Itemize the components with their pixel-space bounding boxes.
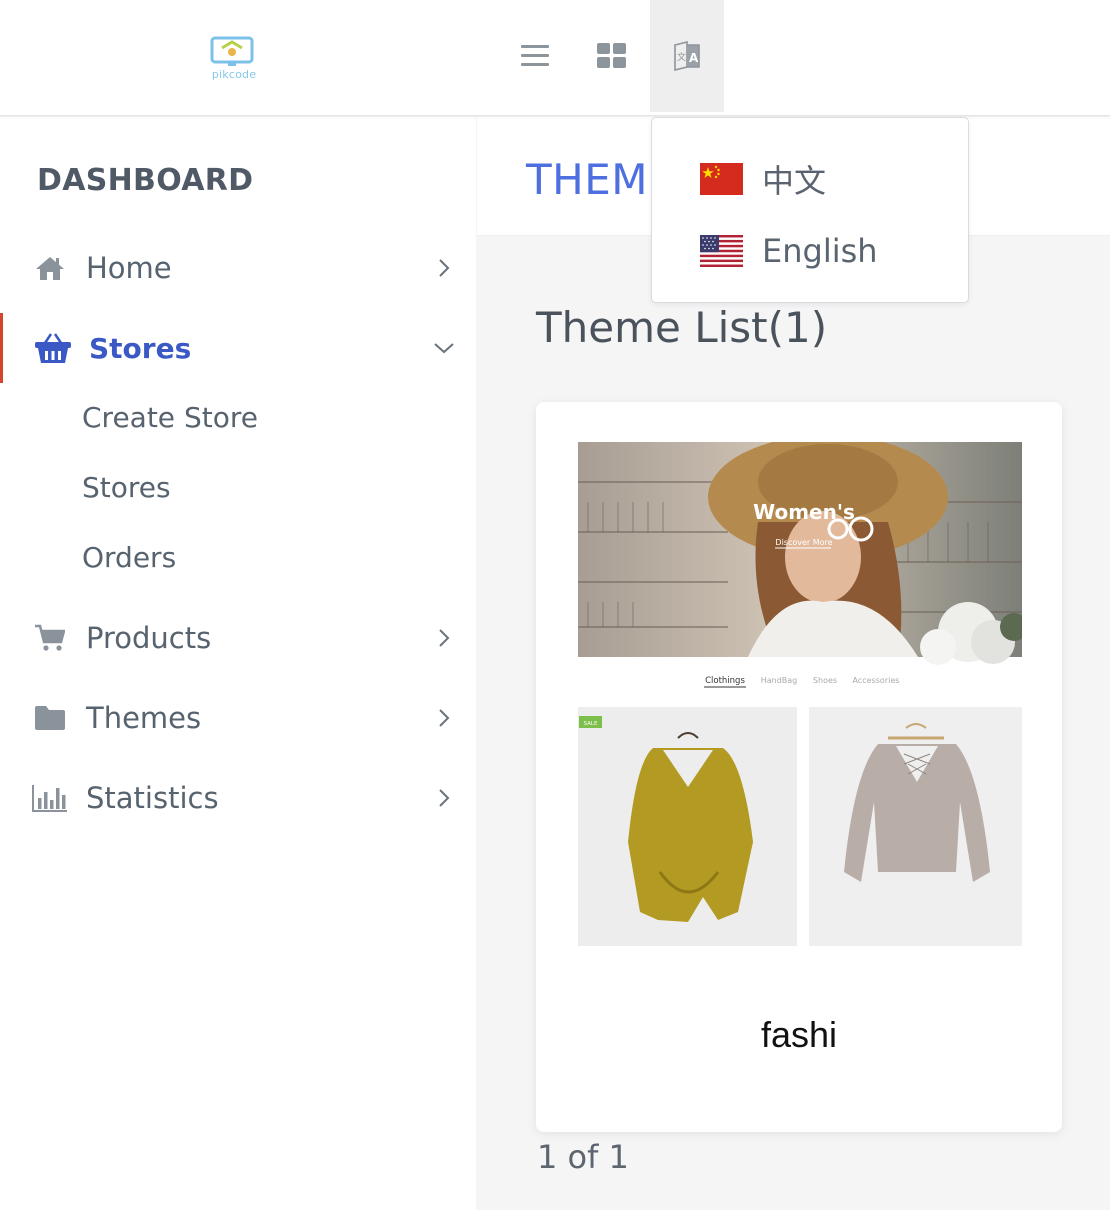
svg-text:文: 文 (677, 51, 686, 63)
pikcode-logo[interactable]: pikcode (208, 36, 260, 81)
sidebar-item-label: Home (86, 251, 172, 285)
translate-icon: A 文 (674, 41, 700, 71)
pagination-text: 1 of 1 (537, 1138, 629, 1176)
sidebar-item-label: Stores (89, 331, 192, 365)
logo-text: pikcode (211, 68, 257, 81)
apps-button[interactable] (575, 0, 649, 112)
monitor-logo-icon (210, 36, 254, 66)
sidebar-item-themes[interactable]: Themes (0, 683, 476, 753)
grid-icon (597, 43, 626, 68)
language-option-chinese[interactable]: 中文 (700, 156, 826, 202)
basket-icon (35, 330, 71, 366)
sidebar-subitem-stores[interactable]: Stores (82, 471, 171, 504)
sidebar-item-label: Themes (86, 701, 202, 735)
sidebar-item-label: Products (86, 621, 212, 655)
preview-tab-accessories: Accessories (853, 676, 900, 685)
sidebar-item-label: Statistics (86, 781, 219, 815)
theme-name: fashi (760, 1014, 838, 1055)
usa-flag-icon (700, 235, 743, 267)
sale-badge: SALE (584, 721, 598, 727)
theme-card[interactable]: Women's Discover More Clothings HandBag … (536, 402, 1062, 1132)
language-dropdown: 中文 English (651, 117, 969, 303)
cart-icon (32, 620, 68, 656)
folder-icon (32, 700, 68, 736)
hero-title: Women's (753, 500, 855, 524)
chevron-right-icon (439, 629, 450, 647)
sidebar-item-stores[interactable]: Stores (0, 313, 476, 383)
sidebar-item-products[interactable]: Products (0, 603, 476, 673)
language-option-label: English (762, 232, 878, 270)
menu-toggle-button[interactable] (498, 0, 572, 112)
china-flag-icon (700, 163, 743, 195)
sidebar-item-home[interactable]: Home (0, 233, 476, 303)
language-button[interactable]: A 文 (650, 0, 724, 112)
top-bar: pikcode A 文 (0, 0, 1110, 116)
preview-tab-shoes: Shoes (813, 676, 837, 685)
hamburger-icon (521, 45, 549, 66)
theme-preview-image: Women's Discover More Clothings HandBag … (578, 442, 1022, 946)
preview-tab-handbag: HandBag (761, 676, 798, 685)
chevron-right-icon (439, 789, 450, 807)
sidebar-item-statistics[interactable]: Statistics (0, 763, 476, 833)
sidebar: DASHBOARD Home Stores Create Store Store… (0, 117, 476, 1210)
language-option-label: 中文 (762, 162, 827, 200)
chevron-down-icon (434, 343, 454, 354)
preview-tab-clothings: Clothings (705, 676, 745, 686)
home-icon (32, 250, 68, 286)
language-option-english[interactable]: English (700, 232, 878, 270)
hero-link: Discover More (775, 538, 832, 547)
theme-list-title: Theme List(1) (536, 303, 828, 352)
bar-chart-icon (32, 780, 68, 816)
sidebar-subitem-orders[interactable]: Orders (82, 541, 176, 574)
sidebar-subitem-create-store[interactable]: Create Store (82, 401, 258, 434)
sidebar-title: DASHBOARD (37, 163, 254, 198)
svg-text:A: A (689, 51, 699, 65)
chevron-right-icon (439, 259, 450, 277)
chevron-right-icon (439, 709, 450, 727)
